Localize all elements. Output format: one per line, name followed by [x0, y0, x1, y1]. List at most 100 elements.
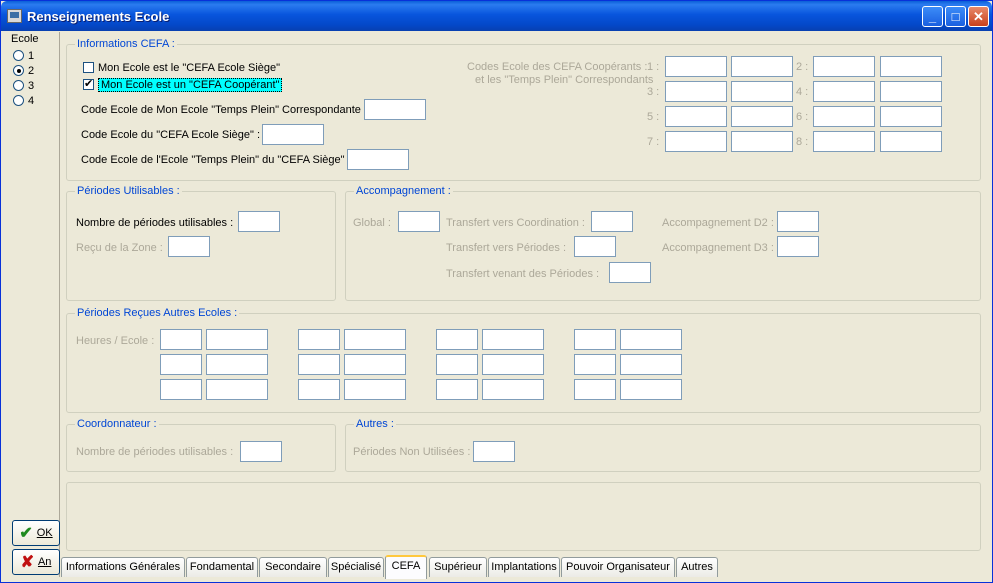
coop-1-code-field[interactable] — [665, 56, 727, 77]
coop-4-code-field[interactable] — [813, 81, 875, 102]
coop-7-code-field[interactable] — [665, 131, 727, 152]
coop-5-code-field[interactable] — [665, 106, 727, 127]
maximize-button[interactable]: □ — [945, 6, 966, 27]
accompagnement-d3-label: Accompagnement D3 : — [662, 242, 774, 254]
coop-2-tp-field[interactable] — [880, 56, 942, 77]
tab-informations-generales[interactable]: Informations Générales — [61, 557, 185, 577]
ecole-field[interactable] — [206, 354, 268, 375]
ecole-field[interactable] — [620, 354, 682, 375]
ecole-field[interactable] — [344, 329, 406, 350]
heures-field[interactable] — [160, 354, 202, 375]
ecole-field[interactable] — [482, 329, 544, 350]
coop-3-code-field[interactable] — [665, 81, 727, 102]
periodes-non-utilisees-field[interactable] — [473, 441, 515, 462]
siege-field[interactable] — [262, 124, 324, 145]
tab-cefa[interactable]: CEFA — [385, 555, 427, 579]
tab-fondamental[interactable]: Fondamental — [186, 557, 258, 577]
radio-selected-icon — [13, 65, 24, 76]
coop-2-code-field[interactable] — [813, 56, 875, 77]
global-field[interactable] — [398, 211, 440, 232]
coop-8-tp-field[interactable] — [880, 131, 942, 152]
coop-4-tp-field[interactable] — [880, 81, 942, 102]
siege-temps-plein-field[interactable] — [347, 149, 409, 170]
cefa-siege-checkbox[interactable]: Mon Ecole est le "CEFA Ecole Siège" — [83, 62, 280, 74]
tab-secondaire[interactable]: Secondaire — [259, 557, 327, 577]
cefa-cooperant-checkbox[interactable]: Mon Ecole est un "CEFA Coopérant" — [83, 77, 283, 92]
transfert-periodes-label: Transfert vers Périodes : — [446, 242, 567, 254]
coop-6-code-field[interactable] — [813, 106, 875, 127]
periodes-recues-autres-ecoles-group: Périodes Reçues Autres Ecoles : Heures /… — [66, 307, 981, 413]
siege-temps-plein-label: Code Ecole de l'Ecole "Temps Plein" du "… — [81, 154, 351, 166]
transfert-venant-field[interactable] — [609, 262, 651, 283]
heures-field[interactable] — [574, 329, 616, 350]
coop-5-tp-field[interactable] — [731, 106, 793, 127]
tab-implantations[interactable]: Implantations — [488, 557, 560, 577]
coop-num: 8 : — [796, 136, 809, 148]
ecole-field[interactable] — [482, 354, 544, 375]
heures-field[interactable] — [298, 329, 340, 350]
group-legend: Autres : — [354, 418, 396, 430]
ok-button[interactable]: ✔ OK — [12, 520, 60, 546]
coop-8-code-field[interactable] — [813, 131, 875, 152]
heures-field[interactable] — [298, 379, 340, 400]
tab-specialise[interactable]: Spécialisé — [328, 557, 384, 577]
ecole-radio-3[interactable]: 3 — [13, 80, 34, 92]
heures-field[interactable] — [436, 354, 478, 375]
title-bar[interactable]: Renseignements Ecole _ □ ✕ — [1, 1, 992, 31]
close-button[interactable]: ✕ — [968, 6, 989, 27]
global-label: Global : — [353, 217, 391, 229]
ecole-field[interactable] — [620, 329, 682, 350]
transfert-coordination-field[interactable] — [591, 211, 633, 232]
recu-zone-label: Reçu de la Zone : — [76, 242, 163, 254]
ecole-field[interactable] — [620, 379, 682, 400]
group-legend: Périodes Reçues Autres Ecoles : — [75, 307, 240, 319]
heures-field[interactable] — [160, 379, 202, 400]
app-icon — [7, 9, 22, 23]
ecole-field[interactable] — [344, 354, 406, 375]
ecole-field[interactable] — [206, 329, 268, 350]
tab-pouvoir-organisateur[interactable]: Pouvoir Organisateur — [561, 557, 675, 577]
coop-num: 1 : — [647, 61, 660, 73]
recu-zone-field[interactable] — [168, 236, 210, 257]
ecole-field[interactable] — [206, 379, 268, 400]
temps-plein-field[interactable] — [364, 99, 426, 120]
ecole-radio-1[interactable]: 1 — [13, 50, 34, 62]
coop-7-tp-field[interactable] — [731, 131, 793, 152]
coordonnateur-nombre-field[interactable] — [240, 441, 282, 462]
nombre-periodes-field[interactable] — [238, 211, 280, 232]
ecole-field[interactable] — [344, 379, 406, 400]
minimize-button[interactable]: _ — [922, 6, 943, 27]
ecole-radio-2[interactable]: 2 — [13, 65, 34, 77]
coop-6-tp-field[interactable] — [880, 106, 942, 127]
radio-label: 1 — [28, 50, 35, 62]
ecole-radio-4[interactable]: 4 — [13, 95, 34, 107]
tab-superieur[interactable]: Supérieur — [429, 557, 487, 577]
ecole-field[interactable] — [482, 379, 544, 400]
periodes-utilisables-group: Périodes Utilisables : Nombre de période… — [66, 185, 336, 301]
heures-ecole-label: Heures / Ecole : — [76, 335, 155, 347]
accompagnement-d2-field[interactable] — [777, 211, 819, 232]
transfert-periodes-field[interactable] — [574, 236, 616, 257]
heures-field[interactable] — [298, 354, 340, 375]
coop-3-tp-field[interactable] — [731, 81, 793, 102]
cancel-button[interactable]: ✘ An — [12, 549, 60, 575]
heures-field[interactable] — [436, 379, 478, 400]
group-legend: Coordonnateur : — [75, 418, 159, 430]
heures-field[interactable] — [574, 379, 616, 400]
cancel-x-icon: ✘ — [20, 554, 34, 571]
heures-field[interactable] — [436, 329, 478, 350]
accompagnement-group: Accompagnement : Global : Transfert vers… — [345, 185, 981, 301]
checkbox-label: Mon Ecole est un "CEFA Coopérant" — [98, 78, 283, 92]
transfert-venant-label: Transfert venant des Périodes : — [446, 268, 600, 280]
close-icon: ✕ — [973, 9, 984, 24]
window-title: Renseignements Ecole — [27, 9, 170, 24]
empty-panel — [66, 482, 981, 551]
ecole-selector-panel: Ecole 1 2 3 4 ✔ OK ✘ An — [5, 32, 60, 577]
heures-field[interactable] — [574, 354, 616, 375]
radio-label: 2 — [28, 65, 35, 77]
heures-field[interactable] — [160, 329, 202, 350]
tab-autres[interactable]: Autres — [676, 557, 718, 577]
group-legend: Informations CEFA : — [75, 38, 177, 50]
accompagnement-d3-field[interactable] — [777, 236, 819, 257]
coop-1-tp-field[interactable] — [731, 56, 793, 77]
